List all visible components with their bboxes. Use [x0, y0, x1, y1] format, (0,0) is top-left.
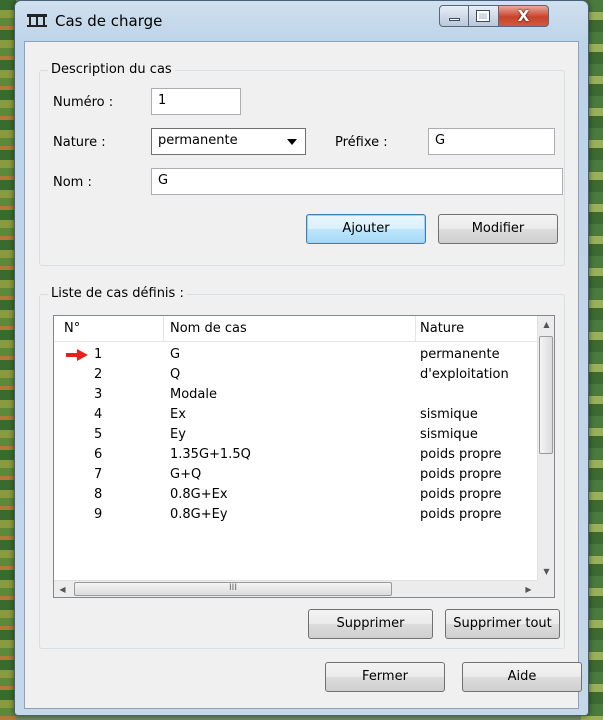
row-numero: 1	[94, 347, 103, 362]
cases-listview[interactable]: N° Nom de cas Nature 1 G permanente 2 Q …	[53, 315, 555, 598]
row-numero: 7	[94, 467, 103, 482]
table-row[interactable]: 2 Q d'exploitation	[54, 365, 544, 385]
nature-select-value: permanente	[158, 133, 238, 148]
nom-input[interactable]: G	[151, 168, 563, 195]
row-nature: poids propre	[420, 507, 502, 522]
maximize-icon	[476, 10, 490, 22]
row-nom: 1.35G+1.5Q	[170, 447, 251, 462]
row-nature: d'exploitation	[420, 367, 509, 382]
row-nature: permanente	[420, 347, 500, 362]
row-nom: G+Q	[170, 467, 202, 482]
horizontal-scroll-thumb[interactable]: III	[74, 582, 392, 596]
scroll-right-icon[interactable]: ▶	[520, 581, 537, 597]
window-title: Cas de charge	[55, 12, 163, 30]
row-numero: 2	[94, 367, 103, 382]
column-header-nom[interactable]: Nom de cas	[164, 316, 416, 342]
table-row[interactable]: 4 Ex sismique	[54, 405, 544, 425]
row-numero: 4	[94, 407, 103, 422]
close-icon: X	[517, 7, 530, 25]
minimize-button[interactable]	[439, 5, 469, 27]
supprimer-button[interactable]: Supprimer	[308, 609, 433, 639]
listview-rows: 1 G permanente 2 Q d'exploitation 3 Moda…	[54, 345, 544, 525]
vertical-scroll-thumb[interactable]	[539, 336, 553, 454]
row-nom: Modale	[170, 387, 217, 402]
row-nature: sismique	[420, 427, 478, 442]
row-nature: poids propre	[420, 467, 502, 482]
table-row[interactable]: 6 1.35G+1.5Q poids propre	[54, 445, 544, 465]
dialog-window: Cas de charge X Description du cas Numér…	[14, 0, 589, 716]
row-numero: 8	[94, 487, 103, 502]
row-numero: 5	[94, 427, 103, 442]
numero-label: Numéro :	[53, 95, 114, 110]
nom-label: Nom :	[53, 175, 92, 190]
scroll-up-icon[interactable]: ▲	[538, 316, 554, 333]
aide-button[interactable]: Aide	[462, 662, 582, 692]
red-arrow-icon	[66, 349, 88, 361]
row-nom: 0.8G+Ex	[170, 487, 228, 502]
nature-label: Nature :	[53, 135, 106, 150]
table-row[interactable]: 7 G+Q poids propre	[54, 465, 544, 485]
table-row[interactable]: 8 0.8G+Ex poids propre	[54, 485, 544, 505]
minimize-icon	[449, 18, 460, 21]
table-row[interactable]: 3 Modale	[54, 385, 544, 405]
maximize-button[interactable]	[469, 5, 498, 27]
numero-input[interactable]: 1	[151, 88, 241, 115]
column-header-nature[interactable]: Nature	[416, 316, 544, 342]
row-nom: Q	[170, 367, 181, 382]
supprimer-tout-button[interactable]: Supprimer tout	[445, 609, 560, 639]
row-nom: Ey	[170, 427, 186, 442]
table-row[interactable]: 9 0.8G+Ey poids propre	[54, 505, 544, 525]
beam-structure-icon	[27, 14, 47, 27]
vertical-scrollbar[interactable]: ▲ ▼	[537, 316, 554, 580]
ajouter-button[interactable]: Ajouter	[306, 214, 426, 244]
horizontal-scrollbar[interactable]: ◀ III ▶	[54, 580, 537, 597]
fermer-button[interactable]: Fermer	[325, 662, 445, 692]
row-nature: sismique	[420, 407, 478, 422]
listview-header: N° Nom de cas Nature	[54, 316, 544, 342]
column-header-numero[interactable]: N°	[54, 316, 164, 342]
modifier-button[interactable]: Modifier	[438, 214, 558, 244]
scroll-left-icon[interactable]: ◀	[54, 581, 71, 597]
row-nom: 0.8G+Ey	[170, 507, 228, 522]
table-row[interactable]: 5 Ey sismique	[54, 425, 544, 445]
row-nom: Ex	[170, 407, 186, 422]
liste-group: Liste de cas définis : N° Nom de cas Nat…	[39, 286, 565, 649]
prefixe-input[interactable]: G	[428, 128, 555, 155]
dialog-client-area: Description du cas Numéro : 1 Nature : p…	[24, 41, 582, 709]
title-bar[interactable]: Cas de charge X	[15, 1, 588, 41]
row-numero: 6	[94, 447, 103, 462]
liste-group-legend: Liste de cas définis :	[48, 286, 187, 301]
close-button[interactable]: X	[498, 5, 549, 27]
description-group: Description du cas Numéro : 1 Nature : p…	[39, 62, 565, 266]
nature-select[interactable]: permanente	[151, 128, 306, 155]
scrollbar-corner	[537, 580, 554, 597]
row-nom: G	[170, 347, 181, 362]
row-nature: poids propre	[420, 487, 502, 502]
scroll-down-icon[interactable]: ▼	[538, 563, 554, 580]
table-row[interactable]: 1 G permanente	[54, 345, 544, 365]
description-group-legend: Description du cas	[48, 62, 175, 77]
row-numero: 9	[94, 507, 103, 522]
row-numero: 3	[94, 387, 103, 402]
row-nature: poids propre	[420, 447, 502, 462]
prefixe-label: Préfixe :	[335, 135, 388, 150]
chevron-down-icon	[287, 139, 297, 145]
